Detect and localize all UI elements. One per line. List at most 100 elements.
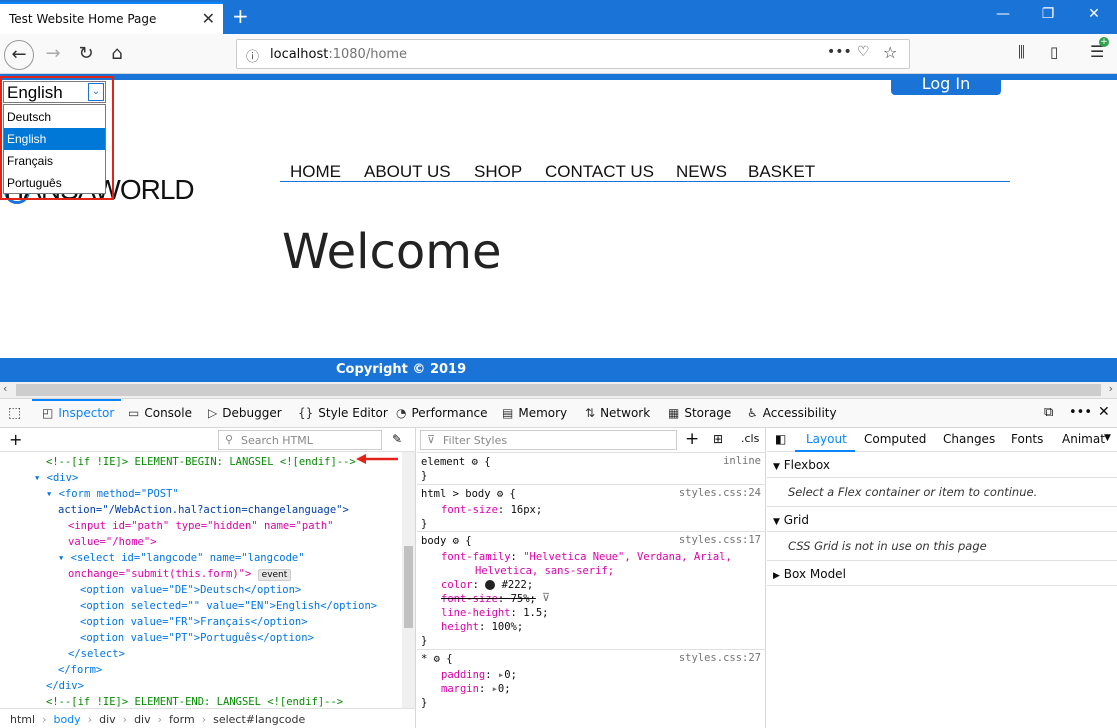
markup-line[interactable]: value="/home">: [68, 534, 157, 550]
rule-property[interactable]: margin: ▸0;: [441, 682, 511, 696]
tab-debugger[interactable]: ▷ Debugger: [208, 406, 282, 420]
rule-property[interactable]: font-size: 16px;: [441, 503, 542, 517]
sidebar-icon[interactable]: ▯: [1050, 43, 1058, 61]
breadcrumb-item[interactable]: select#langcode: [213, 713, 305, 726]
color-swatch[interactable]: [485, 580, 496, 590]
language-option-selected[interactable]: English: [4, 128, 105, 150]
close-tab-icon[interactable]: ✕: [202, 9, 215, 28]
rule-selector[interactable]: * ⚙ {: [421, 652, 453, 666]
tab-network[interactable]: ⇅ Network: [585, 406, 650, 420]
markup-line[interactable]: ▾ <select id="langcode" name="langcode": [58, 550, 305, 566]
language-select[interactable]: English ⌄: [3, 81, 106, 103]
rule-property-overridden[interactable]: font-size: 75%;: [441, 592, 536, 606]
markup-line[interactable]: </select>: [68, 646, 125, 662]
back-icon[interactable]: ←: [4, 40, 34, 70]
horizontal-scrollbar[interactable]: ‹ ›: [0, 382, 1117, 398]
scrollbar-thumb[interactable]: [404, 546, 413, 628]
element-picker-icon[interactable]: ⬚: [8, 405, 21, 421]
menu-home[interactable]: HOME: [290, 162, 341, 182]
reload-icon[interactable]: ↻: [71, 40, 101, 70]
rule-property[interactable]: line-height: 1.5;: [441, 606, 549, 620]
markup-line[interactable]: </form>: [58, 662, 102, 678]
rule-property[interactable]: color: #222;: [441, 578, 533, 592]
breadcrumb-item[interactable]: div: [99, 713, 116, 726]
filter-icon[interactable]: ⊽: [542, 591, 550, 604]
markup-line[interactable]: <!--[if !IE]> ELEMENT-BEGIN: LANGSEL <![…: [46, 454, 356, 470]
tab-layout[interactable]: Layout: [806, 432, 847, 446]
chevron-down-icon[interactable]: ⌄: [88, 83, 104, 101]
markup-line[interactable]: <option value="PT">Português</option>: [80, 630, 314, 646]
add-rule-icon[interactable]: +: [685, 429, 699, 449]
filter-styles-input[interactable]: ⊽ Filter Styles: [420, 430, 677, 450]
breadcrumb-item[interactable]: div: [134, 713, 151, 726]
dock-icon[interactable]: ⧉: [1044, 405, 1053, 420]
rule-source[interactable]: styles.css:27: [679, 652, 761, 664]
rule-selector[interactable]: body ⚙ {: [421, 534, 472, 548]
markup-line[interactable]: ▾ <form method="POST": [46, 486, 179, 502]
restore-icon[interactable]: ❐: [1038, 6, 1058, 22]
tab-performance[interactable]: ◔ Performance: [396, 406, 488, 420]
tab-style-editor[interactable]: {} Style Editor: [298, 406, 388, 420]
new-tab-icon[interactable]: +: [232, 4, 249, 28]
box-model-section-header[interactable]: ▶ Box Model: [767, 560, 1117, 586]
language-option[interactable]: Français: [4, 150, 105, 172]
tab-storage[interactable]: ▦ Storage: [668, 406, 731, 420]
toggle-sidebar-icon[interactable]: ◧: [775, 432, 786, 446]
markup-line[interactable]: </div>: [46, 678, 84, 694]
login-button[interactable]: Log In: [891, 74, 1001, 95]
menu-contact-us[interactable]: CONTACT US: [545, 162, 654, 182]
tab-fonts[interactable]: Fonts: [1011, 432, 1043, 446]
toggle-pseudo-icon[interactable]: ⊞: [713, 432, 723, 446]
search-html-input[interactable]: ⚲ Search HTML: [218, 430, 382, 450]
toggle-classes-button[interactable]: .cls: [741, 432, 759, 445]
eyedropper-icon[interactable]: ✎: [392, 432, 402, 446]
browser-tab[interactable]: Test Website Home Page ✕: [0, 2, 223, 34]
menu-basket[interactable]: BASKET: [748, 162, 815, 182]
pocket-icon[interactable]: ♡: [857, 44, 870, 60]
breadcrumb-item[interactable]: html: [10, 713, 35, 726]
url-bar[interactable]: ⓘ localhost:1080/home ••• ♡ ☆: [236, 39, 910, 69]
grid-section-header[interactable]: ▼ Grid: [767, 506, 1117, 532]
markup-line[interactable]: <option value="FR">Français</option>: [80, 614, 308, 630]
close-devtools-icon[interactable]: ✕: [1098, 404, 1110, 420]
forward-icon[interactable]: →: [38, 40, 68, 70]
language-option[interactable]: Deutsch: [4, 106, 105, 128]
rule-selector[interactable]: element ⚙ {: [421, 455, 491, 469]
bookmark-star-icon[interactable]: ☆: [883, 43, 897, 62]
markup-line[interactable]: onchange="submit(this.form)"> event: [68, 566, 292, 583]
rule-property[interactable]: font-family: "Helvetica Neue", Verdana, …: [441, 550, 732, 564]
tab-changes[interactable]: Changes: [943, 432, 995, 446]
markup-line[interactable]: action="/WebAction.hal?action=changelang…: [58, 502, 349, 518]
rule-property[interactable]: padding: ▸0;: [441, 668, 517, 682]
rule-source[interactable]: styles.css:24: [679, 487, 761, 499]
flexbox-section-header[interactable]: ▼ Flexbox: [767, 452, 1117, 478]
tab-inspector[interactable]: ◰ Inspector: [42, 406, 114, 420]
minimize-icon[interactable]: —: [993, 6, 1013, 22]
markup-line[interactable]: <option value="DE">Deutsch</option>: [80, 582, 301, 598]
menu-shop[interactable]: SHOP: [474, 162, 522, 182]
event-badge[interactable]: event: [257, 569, 292, 581]
close-window-icon[interactable]: ✕: [1084, 6, 1104, 22]
tab-console[interactable]: ▭ Console: [128, 406, 192, 420]
menu-news[interactable]: NEWS: [676, 162, 727, 182]
scroll-left-icon[interactable]: ‹: [3, 382, 7, 395]
rule-source[interactable]: inline: [723, 455, 761, 467]
add-node-icon[interactable]: +: [9, 430, 22, 449]
tab-animations[interactable]: Animat: [1062, 432, 1105, 446]
rule-source[interactable]: styles.css:17: [679, 534, 761, 546]
info-icon[interactable]: ⓘ: [246, 46, 259, 65]
home-icon[interactable]: ⌂: [102, 40, 132, 70]
markup-line[interactable]: <option selected="" value="EN">English</…: [80, 598, 377, 614]
language-option[interactable]: Português: [4, 172, 105, 194]
breadcrumb-item[interactable]: body: [53, 713, 80, 726]
library-icon[interactable]: ⫼: [1018, 43, 1025, 61]
vertical-scrollbar[interactable]: [402, 452, 415, 708]
chevron-down-icon[interactable]: ▼: [1104, 433, 1111, 443]
menu-about-us[interactable]: ABOUT US: [364, 162, 451, 182]
markup-line[interactable]: ▾ <div>: [34, 470, 78, 486]
tab-memory[interactable]: ▤ Memory: [502, 406, 567, 420]
page-actions-icon[interactable]: •••: [827, 44, 852, 60]
scrollbar-thumb[interactable]: [16, 384, 1101, 396]
tab-accessibility[interactable]: ♿ Accessibility: [747, 406, 837, 420]
rule-selector[interactable]: html > body ⚙ {: [421, 487, 516, 501]
